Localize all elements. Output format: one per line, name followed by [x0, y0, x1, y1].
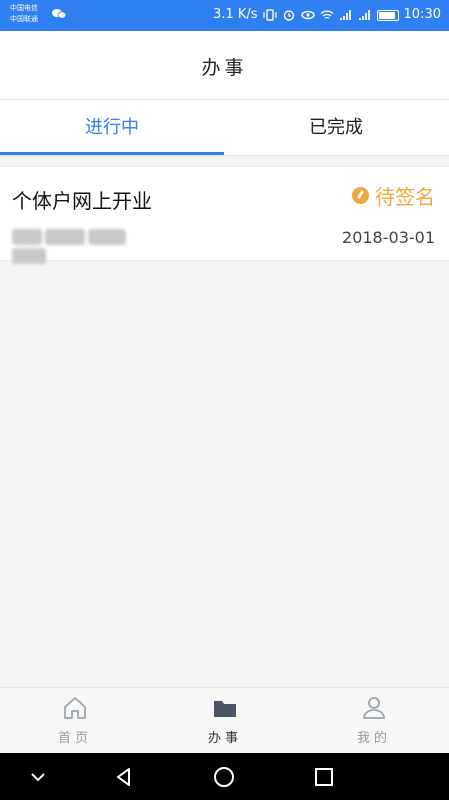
folder-icon	[214, 701, 236, 717]
status-text: 待签名	[375, 185, 435, 209]
system-nav-bar	[0, 753, 449, 800]
eye-icon	[300, 10, 315, 20]
wifi-icon	[320, 10, 333, 19]
app-header: 办事	[0, 31, 449, 100]
pending-icon	[352, 187, 369, 204]
home-button-icon[interactable]	[212, 765, 236, 789]
nav-home[interactable]: 首页	[0, 688, 150, 754]
network-speed: 3.1 K/s	[213, 7, 258, 22]
status-badge: 待签名	[352, 181, 435, 210]
item-title: 个体户网上开业	[12, 189, 152, 213]
tab-bar: 进行中 已完成	[0, 100, 449, 156]
blurred-subtitle	[12, 229, 164, 264]
vibrate-icon	[262, 9, 277, 21]
chevron-down-icon[interactable]	[26, 765, 50, 789]
page-title: 办事	[201, 57, 248, 79]
nav-mine-label: 我的	[356, 731, 391, 746]
battery-icon	[376, 9, 399, 21]
back-icon[interactable]	[112, 765, 136, 789]
nav-affairs-label: 办事	[207, 731, 242, 746]
tab-indicator	[0, 152, 224, 155]
tab-in-progress[interactable]: 进行中	[0, 100, 224, 156]
clock: 10:30	[403, 7, 441, 22]
nav-affairs[interactable]: 办事	[150, 688, 300, 754]
signal-icon	[339, 10, 351, 20]
user-icon	[363, 697, 385, 719]
nav-home-label: 首页	[57, 731, 92, 746]
recents-icon[interactable]	[312, 765, 336, 789]
carrier-1: 中国电信	[10, 4, 38, 12]
item-date: 2018-03-01	[342, 228, 435, 247]
wechat-icon	[52, 9, 66, 19]
carrier-names: 中国电信 中国联通	[10, 3, 38, 25]
status-bar: 中国电信 中国联通 3.1 K/s 10:30	[0, 0, 449, 31]
status-indicators: 3.1 K/s 10:30	[213, 7, 441, 23]
list-item[interactable]: 个体户网上开业 待签名 2018-03-01	[0, 166, 449, 264]
signal-icon	[358, 10, 370, 20]
home-icon	[64, 697, 86, 719]
tab-completed[interactable]: 已完成	[224, 100, 448, 156]
carrier-2: 中国联通	[10, 15, 38, 23]
bottom-nav: 首页 办事 我的	[0, 687, 449, 753]
alarm-icon	[283, 10, 294, 21]
nav-mine[interactable]: 我的	[299, 688, 449, 754]
